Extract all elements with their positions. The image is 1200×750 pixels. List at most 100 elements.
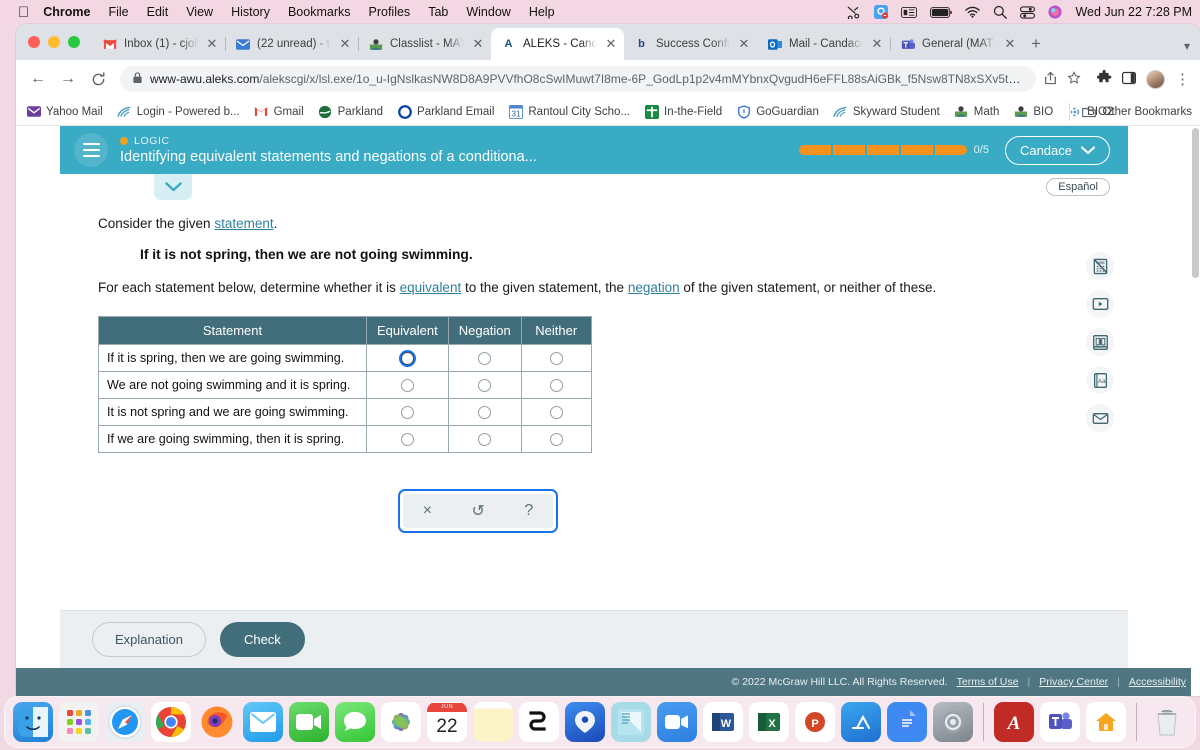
radio-negation-row1[interactable]: [478, 352, 492, 366]
bookmark-skyward-student[interactable]: Skyward Student: [833, 104, 940, 119]
dock-item-app-store[interactable]: [841, 702, 881, 742]
help-icon[interactable]: ?: [524, 502, 533, 520]
radio-equivalent-row3[interactable]: [400, 406, 414, 420]
radio-cell-equivalent-row1[interactable]: [366, 344, 449, 372]
close-tab-icon[interactable]: ✕: [338, 36, 352, 52]
star-icon[interactable]: [1067, 70, 1081, 88]
scissors-icon[interactable]: [846, 5, 861, 19]
maximize-window-button[interactable]: [68, 36, 80, 48]
browser-tab-success-confirmation[interactable]: b Success Confirmati ✕: [624, 28, 757, 60]
user-menu-button[interactable]: Candace: [1004, 135, 1110, 165]
dock-item-finder[interactable]: [13, 702, 53, 742]
radio-equivalent-row4[interactable]: [400, 433, 414, 447]
close-tab-icon[interactable]: ✕: [737, 36, 751, 52]
radio-cell-negation-row3[interactable]: [447, 398, 522, 426]
menu-item-edit[interactable]: Edit: [147, 5, 169, 19]
dock-item-trash[interactable]: [1147, 702, 1187, 742]
radio-cell-equivalent-row3[interactable]: [366, 398, 449, 426]
radio-neither-row2[interactable]: [549, 379, 563, 393]
browser-tab-unread-mail[interactable]: (22 unread) - tandis ✕: [225, 28, 359, 60]
dock-item-kami[interactable]: [565, 702, 605, 742]
calculator-disabled-icon[interactable]: [1086, 252, 1114, 280]
dock-item-firefox[interactable]: [197, 702, 237, 742]
browser-tab-teams-general[interactable]: General (MAT-107- ✕: [890, 28, 1023, 60]
equivalent-link[interactable]: equivalent: [400, 280, 462, 295]
radio-cell-neither-row1[interactable]: [520, 344, 592, 372]
dock-item-launchpad[interactable]: [59, 702, 99, 742]
radio-negation-row4[interactable]: [478, 433, 492, 447]
dock-item-calendar[interactable]: JUN 22: [427, 702, 467, 742]
terms-of-use-link[interactable]: Terms of Use: [957, 676, 1019, 688]
dock-item-powerpoint[interactable]: P: [795, 702, 835, 742]
bookmark-parkland[interactable]: Parkland: [318, 104, 383, 119]
dock-item-excel[interactable]: X: [749, 702, 789, 742]
radio-neither-row1[interactable]: [549, 352, 563, 366]
radio-equivalent-row2[interactable]: [400, 379, 414, 393]
close-tab-icon[interactable]: ✕: [1003, 36, 1017, 52]
profile-avatar[interactable]: [1146, 69, 1165, 89]
back-arrow-icon[interactable]: ←: [24, 65, 52, 93]
close-window-button[interactable]: [28, 36, 40, 48]
other-bookmarks-folder[interactable]: Other Bookmarks: [1068, 102, 1192, 121]
dock-item-home[interactable]: [1086, 702, 1126, 742]
menu-item-bookmarks[interactable]: Bookmarks: [288, 5, 351, 19]
bookmark-yahoo-mail[interactable]: Yahoo Mail: [26, 104, 103, 119]
radio-negation-row2[interactable]: [478, 379, 492, 393]
bookmark-parkland-email[interactable]: Parkland Email: [397, 104, 494, 119]
control-center-icon[interactable]: [1020, 5, 1036, 19]
reference-book-icon[interactable]: [1086, 328, 1114, 356]
browser-tab-outlook-mail[interactable]: Mail - Candace Joh ✕: [757, 28, 891, 60]
menu-item-view[interactable]: View: [186, 5, 213, 19]
dock-item-facetime[interactable]: [289, 702, 329, 742]
negation-link[interactable]: negation: [628, 280, 680, 295]
menu-item-tab[interactable]: Tab: [428, 5, 448, 19]
bookmark-bio[interactable]: BIO: [1013, 104, 1053, 119]
browser-tab-aleks[interactable]: A ALEKS - Candace J ✕: [491, 28, 624, 60]
hamburger-menu-icon[interactable]: [74, 133, 108, 167]
radio-cell-neither-row2[interactable]: [520, 371, 592, 399]
check-button[interactable]: Check: [219, 622, 305, 657]
forward-arrow-icon[interactable]: →: [54, 65, 82, 93]
radio-cell-neither-row3[interactable]: [520, 398, 592, 426]
radio-neither-row3[interactable]: [549, 406, 563, 420]
siri-icon[interactable]: [1048, 5, 1063, 19]
video-player-icon[interactable]: [1086, 290, 1114, 318]
dock-item-adobe-acrobat[interactable]: A: [994, 702, 1034, 742]
menubar-clock[interactable]: Wed Jun 22 7:28 PM: [1075, 5, 1192, 19]
scrollbar-thumb[interactable]: [1192, 128, 1199, 278]
dock-item-screencastify[interactable]: [519, 702, 559, 742]
close-tab-icon[interactable]: ✕: [205, 36, 219, 52]
menu-item-history[interactable]: History: [231, 5, 270, 19]
statement-link[interactable]: statement: [214, 216, 273, 231]
dock-item-messages[interactable]: [335, 702, 375, 742]
reload-icon[interactable]: [84, 65, 112, 93]
dock-item-photos[interactable]: [381, 702, 421, 742]
dock-item-safari[interactable]: [105, 702, 145, 742]
dock-item-system-preferences[interactable]: [933, 702, 973, 742]
dock-item-google-docs[interactable]: [887, 702, 927, 742]
page-scrollbar[interactable]: [1191, 126, 1200, 696]
explanation-button[interactable]: Explanation: [92, 622, 206, 657]
puzzle-icon[interactable]: [1096, 69, 1112, 88]
side-panel-icon[interactable]: [1121, 71, 1137, 88]
message-envelope-icon[interactable]: [1086, 404, 1114, 432]
dock-item-microsoft-teams[interactable]: [1040, 702, 1080, 742]
address-bar[interactable]: www-awu.aleks.com/alekscgi/x/lsl.exe/1o_…: [120, 66, 1036, 92]
browser-tab-inbox[interactable]: Inbox (1) - cjohnson ✕: [92, 28, 226, 60]
bookmark-math[interactable]: Math: [954, 104, 999, 119]
bookmark-login[interactable]: Login - Powered b...: [116, 104, 240, 119]
radio-cell-negation-row1[interactable]: [447, 344, 522, 372]
wifi-icon[interactable]: [965, 6, 981, 18]
close-tab-icon[interactable]: ✕: [870, 36, 884, 52]
menu-item-file[interactable]: File: [108, 5, 128, 19]
dock-item-chrome[interactable]: [151, 702, 191, 742]
undo-icon[interactable]: ↺: [472, 501, 485, 521]
radio-cell-neither-row4[interactable]: [520, 425, 592, 453]
three-dot-menu-icon[interactable]: ⋮: [1175, 70, 1190, 88]
radio-cell-equivalent-row4[interactable]: [366, 425, 449, 453]
dock-item-notability[interactable]: [611, 702, 651, 742]
bookmark-rantoul-city-schools[interactable]: 31 Rantoul City Scho...: [508, 104, 630, 119]
new-tab-button[interactable]: +: [1031, 34, 1041, 54]
dock-item-mail[interactable]: [243, 702, 283, 742]
close-tab-icon[interactable]: ✕: [604, 36, 618, 52]
